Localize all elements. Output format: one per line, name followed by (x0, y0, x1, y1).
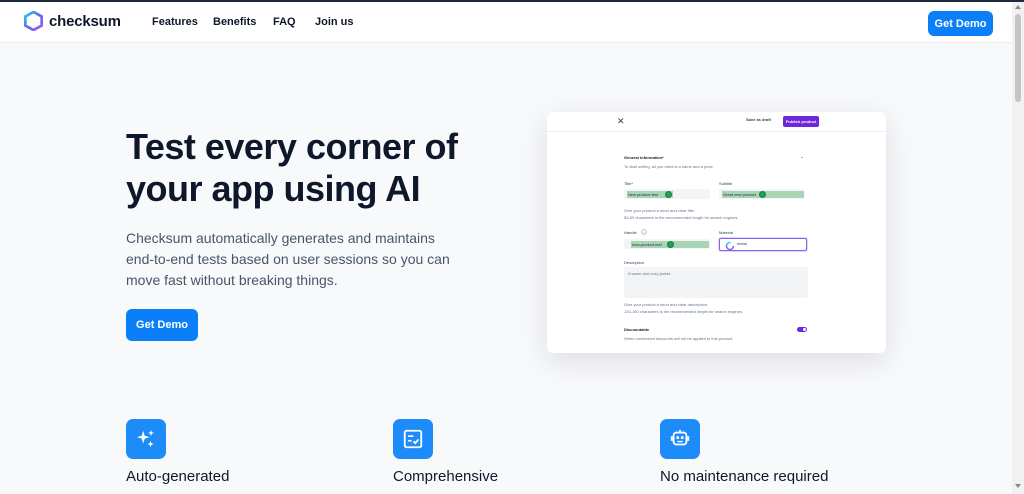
feature-title-no-maintenance: No maintenance required (660, 468, 829, 485)
feature-title-comprehensive: Comprehensive (393, 468, 499, 485)
hero-get-demo-button[interactable]: Get Demo (126, 309, 198, 341)
feature-icon-comprehensive (393, 419, 433, 459)
material-value: metal (737, 241, 747, 246)
description-label: Description (624, 260, 645, 265)
nav-link-join-us[interactable]: Join us (315, 16, 354, 28)
scroll-up-arrow-icon[interactable] (1015, 5, 1021, 9)
checksum-logo-icon (24, 11, 43, 31)
hero-subtitle: Checksum automatically generates and mai… (126, 230, 450, 288)
material-label: Material (719, 230, 734, 235)
brand-logo[interactable]: checksum (24, 11, 121, 31)
robot-icon (670, 429, 690, 446)
discountable-toggle (797, 327, 807, 332)
nav-link-benefits[interactable]: Benefits (213, 16, 256, 28)
brand-name: checksum (49, 12, 121, 30)
click-indicator-icon (665, 191, 672, 198)
click-indicator-icon (759, 191, 766, 198)
product-form-preview: ✕ Save as draft Publish product General … (547, 112, 886, 353)
close-icon: ✕ (617, 116, 625, 126)
feature-icon-no-maintenance (660, 419, 700, 459)
hero-title: Test every corner of your app using AI (126, 126, 458, 209)
description-placeholder: A warm and cozy jacket... (628, 271, 674, 276)
subtitle-label: Subtitle (719, 181, 733, 186)
site-header: checksum Features Benefits FAQ Join us G… (0, 2, 1012, 43)
save-draft-label: Save as draft (746, 117, 771, 122)
description-hint-2: 120-160 characters is the recommended le… (624, 309, 743, 314)
click-indicator-icon (667, 241, 674, 248)
collapse-icon: – (801, 154, 804, 159)
info-icon (641, 229, 647, 235)
discountable-hint: When unchecked discounts will not be app… (624, 336, 734, 341)
loading-spinner-icon (725, 241, 735, 251)
discountable-label: Discountable (624, 327, 650, 332)
header-get-demo-button[interactable]: Get Demo (928, 11, 993, 36)
preview-toolbar: ✕ Save as draft Publish product (547, 112, 886, 132)
scroll-down-arrow-icon[interactable] (1015, 484, 1021, 488)
page-scrollbar[interactable] (1012, 2, 1024, 494)
scrollbar-thumb[interactable] (1015, 14, 1021, 102)
title-label: Title* (624, 181, 633, 186)
handle-label: Handle (624, 230, 637, 235)
title-hint-2: 50-60 characters is the recommended leng… (624, 215, 739, 220)
nav-link-faq[interactable]: FAQ (273, 16, 296, 28)
general-info-hint: To start selling, all you need is a name… (624, 164, 714, 169)
nav-link-features[interactable]: Features (152, 16, 198, 28)
checklist-icon (403, 429, 423, 449)
title-hint-1: Give your product a short and clear titl… (624, 208, 695, 213)
publish-product-label: Publish product (783, 116, 819, 127)
feature-title-auto-generated: Auto-generated (126, 468, 230, 485)
general-info-heading: General information* (624, 155, 664, 160)
sparkles-icon (136, 429, 155, 448)
description-hint-1: Give your product a short and clear desc… (624, 302, 709, 307)
feature-icon-auto-generated (126, 419, 166, 459)
